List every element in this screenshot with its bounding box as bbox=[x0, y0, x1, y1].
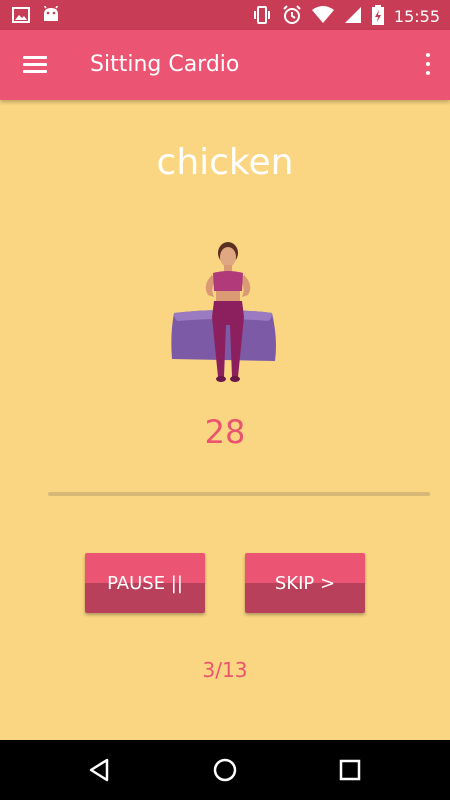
status-bar: 15:55 bbox=[0, 0, 450, 30]
exercise-name: chicken bbox=[156, 142, 294, 183]
signal-icon bbox=[344, 6, 362, 28]
back-icon bbox=[89, 758, 109, 782]
menu-icon-line bbox=[23, 70, 47, 73]
recents-icon bbox=[339, 759, 361, 781]
exercise-progress-bar bbox=[48, 492, 430, 496]
recents-button[interactable] bbox=[335, 755, 365, 785]
exercise-counter: 3/13 bbox=[202, 658, 248, 682]
overflow-menu-button[interactable] bbox=[420, 48, 436, 82]
app-title: Sitting Cardio bbox=[90, 52, 240, 77]
home-icon bbox=[213, 758, 237, 782]
vibrate-icon bbox=[252, 6, 272, 28]
android-icon bbox=[42, 5, 60, 28]
image-icon bbox=[12, 7, 30, 27]
navigation-bar bbox=[0, 740, 450, 800]
wifi-icon bbox=[311, 6, 334, 28]
more-vert-icon bbox=[426, 53, 430, 57]
alarm-icon bbox=[282, 5, 302, 29]
home-button[interactable] bbox=[210, 755, 240, 785]
menu-icon bbox=[23, 56, 47, 59]
more-vert-icon-dot bbox=[426, 62, 430, 66]
more-vert-icon-dot bbox=[426, 71, 430, 75]
menu-icon-line bbox=[23, 63, 47, 66]
skip-button[interactable]: SKIP > bbox=[245, 553, 365, 613]
pause-button[interactable]: PAUSE || bbox=[85, 553, 205, 613]
back-button[interactable] bbox=[85, 755, 115, 785]
app-bar: Sitting Cardio bbox=[0, 30, 450, 100]
timer: 28 bbox=[204, 413, 246, 451]
menu-button[interactable] bbox=[18, 50, 52, 80]
status-time: 15:55 bbox=[393, 7, 440, 26]
exercise-illustration bbox=[160, 235, 290, 385]
battery-icon bbox=[371, 5, 384, 29]
